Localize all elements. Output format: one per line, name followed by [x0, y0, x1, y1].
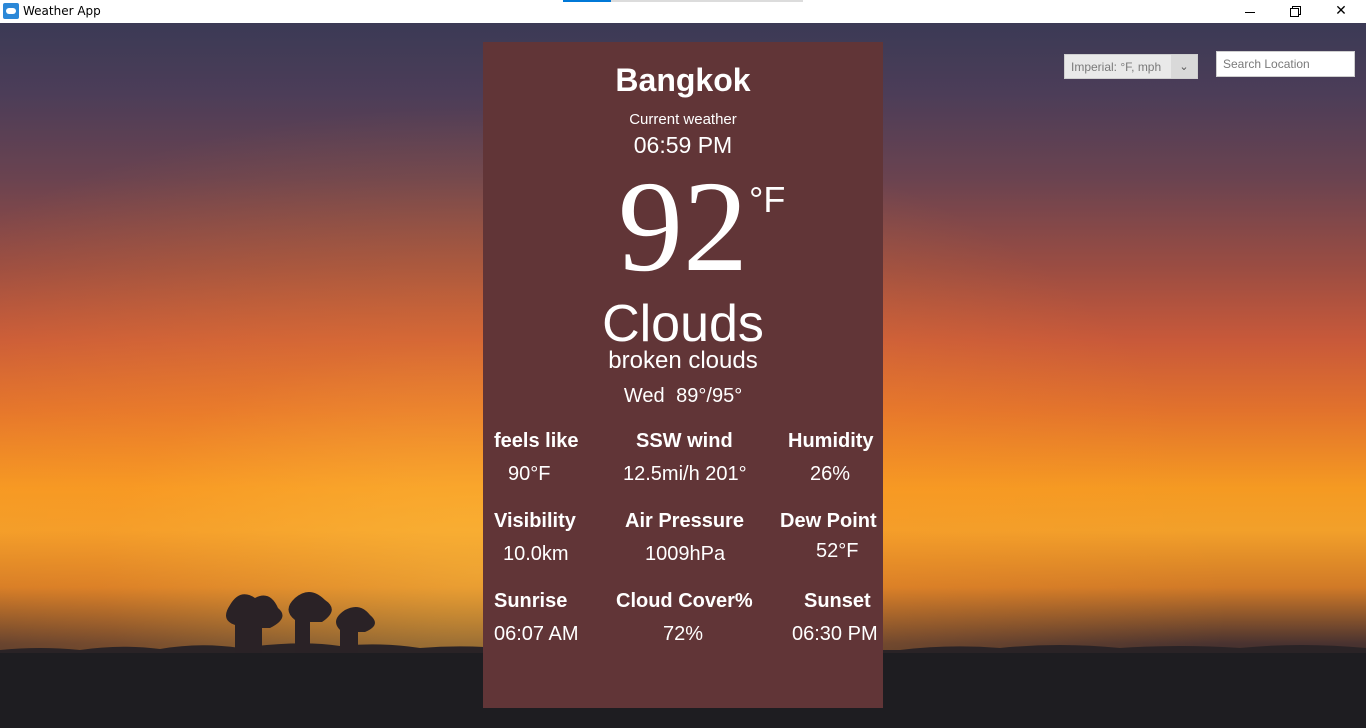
restore-button[interactable] — [1272, 0, 1318, 22]
close-button[interactable]: ✕ — [1318, 0, 1364, 22]
cloud-cover-label: Cloud Cover% — [616, 590, 753, 612]
air-pressure-value: 1009hPa — [645, 543, 726, 565]
visibility-value: 10.0km — [503, 543, 569, 565]
feels-like-value: 90°F — [508, 463, 551, 485]
title-bar: Weather App ✕ — [0, 0, 1366, 24]
search-location-input[interactable] — [1216, 51, 1355, 77]
day-name: Wed — [623, 385, 665, 407]
trees-silhouette — [226, 591, 375, 660]
weather-condition: Clouds — [602, 295, 764, 353]
wind-value: 12.5mi/h 201° — [623, 463, 747, 485]
restore-icon — [1290, 6, 1301, 17]
visibility-label: Visibility — [494, 510, 576, 532]
close-icon: ✕ — [1335, 3, 1347, 19]
sunset-value: 06:30 PM — [792, 623, 878, 645]
weather-card: Bangkok Current weather 06:59 PM 92 °F C… — [483, 42, 883, 708]
humidity-label: Humidity — [788, 430, 874, 452]
air-pressure-label: Air Pressure — [625, 510, 744, 532]
dew-point-value: 52°F — [816, 540, 859, 562]
window-title: Weather App — [23, 4, 101, 18]
minimize-button[interactable] — [1227, 0, 1273, 22]
tab-indicator — [563, 0, 611, 2]
humidity-value: 26% — [810, 463, 851, 485]
wind-label: SSW wind — [636, 430, 733, 452]
units-selected-value: Imperial: °F, mph — [1071, 60, 1162, 74]
temp-range: 89°/95° — [676, 385, 743, 407]
dew-point-label: Dew Point — [780, 510, 877, 532]
feels-like-label: feels like — [494, 430, 579, 452]
weather-description: broken clouds — [608, 347, 758, 374]
temperature-unit: °F — [749, 179, 786, 220]
chevron-down-icon[interactable]: ⌄ — [1171, 55, 1197, 78]
sunrise-label: Sunrise — [494, 590, 568, 612]
minimize-icon — [1245, 11, 1255, 13]
current-weather-label: Current weather — [629, 111, 737, 128]
sunrise-value: 06:07 AM — [494, 623, 579, 645]
sunset-label: Sunset — [804, 590, 871, 612]
weather-app-icon — [3, 3, 19, 19]
units-select[interactable]: Imperial: °F, mph ⌄ — [1064, 54, 1198, 79]
city-name: Bangkok — [615, 62, 751, 98]
cloud-cover-value: 72% — [663, 623, 704, 645]
day-range: Wed 89°/95° — [483, 385, 883, 408]
temperature: 92 — [618, 155, 748, 299]
